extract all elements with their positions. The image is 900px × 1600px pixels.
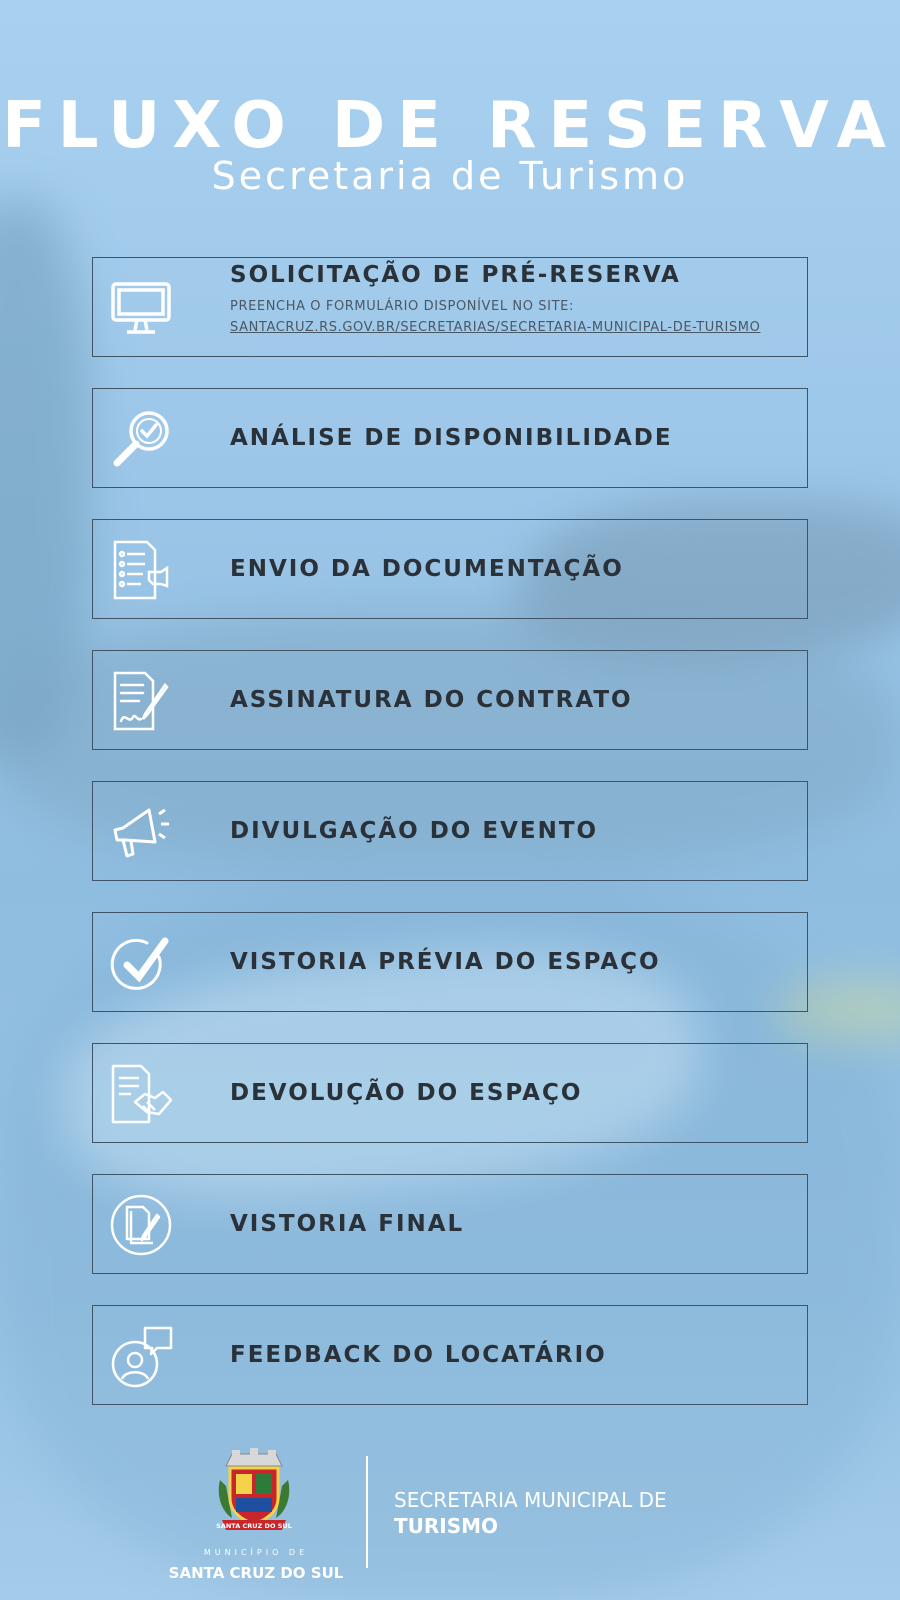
step-vistoria-previa: VISTORIA PRÉVIA DO ESPAÇO <box>92 912 808 1012</box>
step-label: DIVULGAÇÃO DO EVENTO <box>230 818 599 844</box>
step-vistoria-final: VISTORIA FINAL <box>92 1174 808 1274</box>
monitor-icon <box>109 276 173 340</box>
step-label: VISTORIA FINAL <box>230 1211 465 1237</box>
magnifier-check-icon <box>109 407 173 471</box>
check-circle-icon <box>109 931 173 995</box>
step-feedback: FEEDBACK DO LOCATÁRIO <box>92 1305 808 1405</box>
document-handshake-icon <box>109 1062 173 1126</box>
secretariat-line-1: SECRETARIA MUNICIPAL DE <box>394 1488 667 1512</box>
megaphone-icon <box>109 800 173 864</box>
municipality-name: SANTA CRUZ DO SUL <box>168 1564 344 1582</box>
step-description: PREENCHA O FORMULÁRIO DISPONÍVEL NO SITE… <box>230 296 790 338</box>
step-label: ENVIO DA DOCUMENTAÇÃO <box>230 556 624 582</box>
step-devolucao: DEVOLUÇÃO DO ESPAÇO <box>92 1043 808 1143</box>
municipality-prefix: MUNICÍPIO DE <box>203 1548 309 1557</box>
municipal-crest: SANTA CRUZ DO SUL <box>214 1446 294 1538</box>
crest-text: SANTA CRUZ DO SUL <box>216 1522 292 1530</box>
step-pre-reserva: SOLICITAÇÃO DE PRÉ-RESERVA PREENCHA O FO… <box>92 257 808 357</box>
document-circle-icon <box>109 1193 173 1257</box>
step-documentacao: ENVIO DA DOCUMENTAÇÃO <box>92 519 808 619</box>
website-link[interactable]: SANTACRUZ.RS.GOV.BR/SECRETARIAS/SECRETAR… <box>230 320 760 335</box>
step-label: DEVOLUÇÃO DO ESPAÇO <box>230 1080 583 1106</box>
steps-list: SOLICITAÇÃO DE PRÉ-RESERVA PREENCHA O FO… <box>0 0 900 1600</box>
user-speech-icon <box>109 1324 173 1388</box>
step-divulgacao: DIVULGAÇÃO DO EVENTO <box>92 781 808 881</box>
contract-pen-icon <box>109 669 173 733</box>
step-label: SOLICITAÇÃO DE PRÉ-RESERVA <box>230 262 681 288</box>
footer-divider <box>366 1456 368 1568</box>
secretariat-line-2: TURISMO <box>394 1514 499 1538</box>
step-label: VISTORIA PRÉVIA DO ESPAÇO <box>230 949 661 975</box>
document-hand-icon <box>109 538 173 602</box>
step-label: ASSINATURA DO CONTRATO <box>230 687 633 713</box>
footer: SANTA CRUZ DO SUL MUNICÍPIO DE SANTA CRU… <box>0 1440 900 1600</box>
step-label: FEEDBACK DO LOCATÁRIO <box>230 1342 607 1368</box>
step-description-text: PREENCHA O FORMULÁRIO DISPONÍVEL NO SITE… <box>230 299 574 314</box>
step-label: ANÁLISE DE DISPONIBILIDADE <box>230 425 673 451</box>
step-analise: ANÁLISE DE DISPONIBILIDADE <box>92 388 808 488</box>
step-contrato: ASSINATURA DO CONTRATO <box>92 650 808 750</box>
